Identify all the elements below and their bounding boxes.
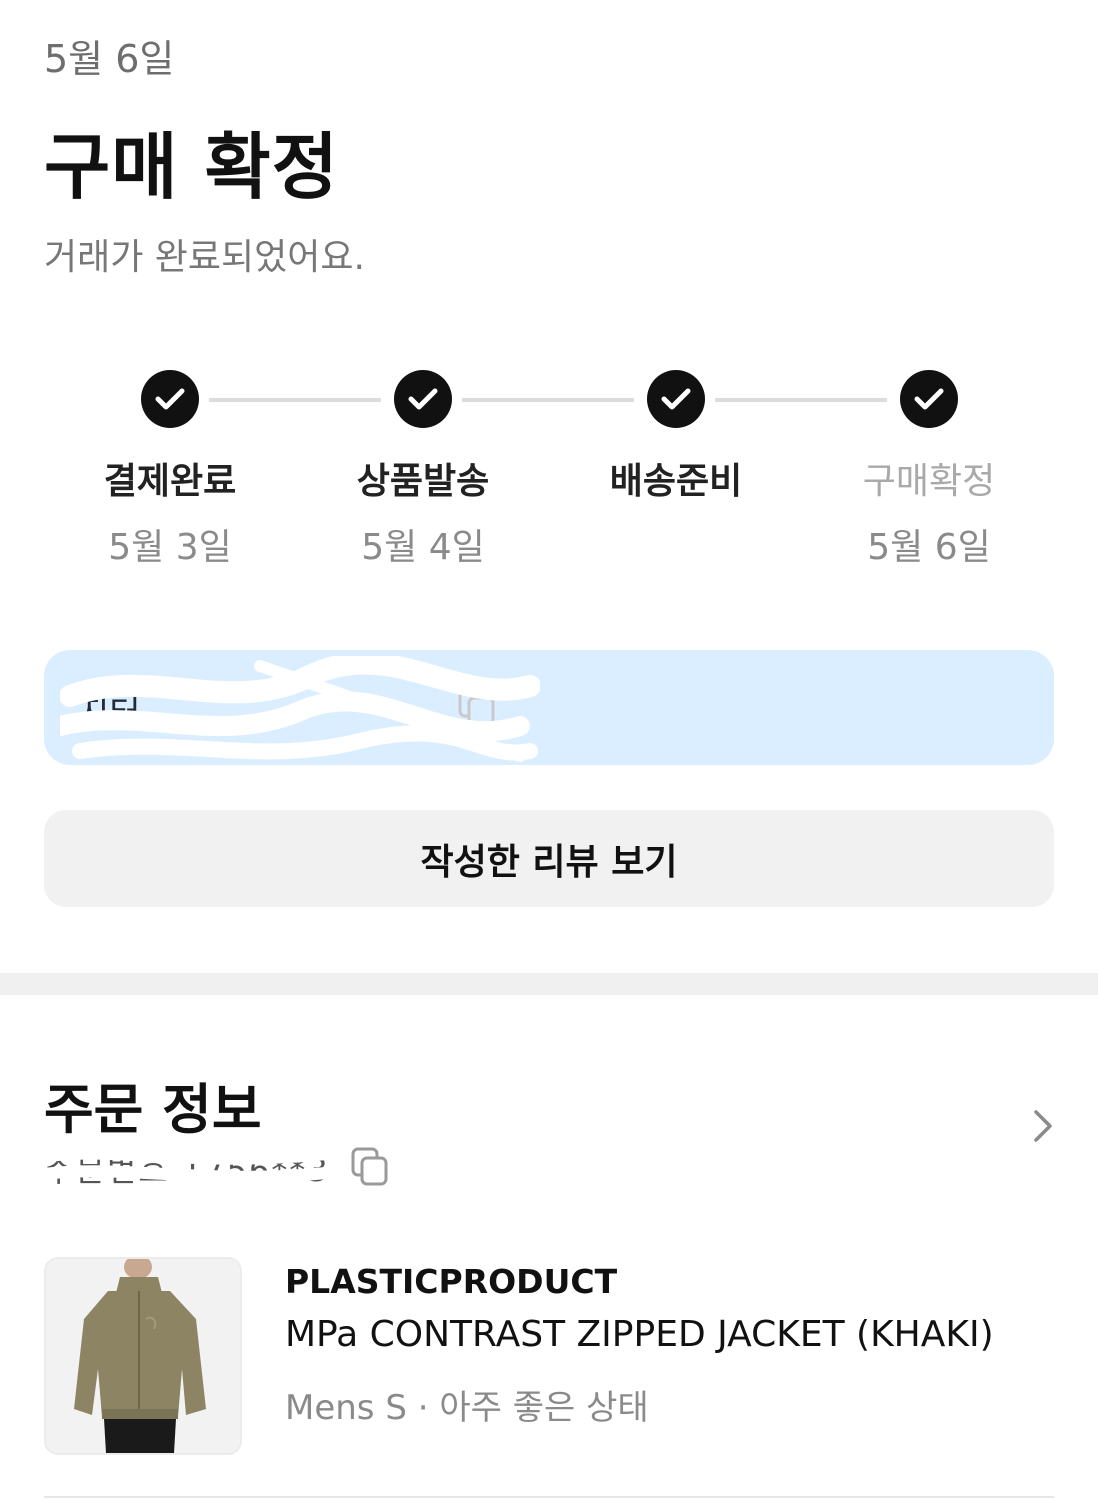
step-purchase-confirmed: 구매확정 5월 6일	[819, 370, 1039, 570]
product-name[interactable]: MPa CONTRAST ZIPPED JACKET (KHAKI)	[285, 1314, 994, 1355]
step-label: 구매확정	[862, 461, 996, 502]
jacket-image	[46, 1259, 240, 1453]
step-date: 5월 6일	[867, 527, 991, 568]
redaction-scribble	[60, 656, 540, 762]
view-my-review-button[interactable]: 작성한 리뷰 보기	[44, 810, 1054, 907]
step-label: 배송준비	[609, 461, 743, 502]
progress-tracker: 결제완료 5월 3일 상품발송 5월 4일 배송준비 구매확정 5월 6일	[44, 370, 1054, 570]
step-date: 5월 3일	[108, 527, 232, 568]
step-label: 상품발송	[356, 461, 490, 502]
order-date: 5월 6일	[44, 37, 175, 81]
copy-icon[interactable]	[350, 1146, 392, 1188]
check-icon	[647, 370, 705, 428]
product-brand: PLASTICPRODUCT	[285, 1262, 618, 1301]
check-icon	[900, 370, 958, 428]
page-subtitle: 거래가 완료되었어요.	[44, 237, 365, 278]
redaction-scribble	[40, 1145, 340, 1183]
step-payment-complete: 결제완료 5월 3일	[60, 370, 280, 570]
step-label: 결제완료	[103, 461, 237, 502]
check-icon	[394, 370, 452, 428]
section-divider	[0, 973, 1098, 995]
step-shipped: 상품발송 5월 4일	[313, 370, 533, 570]
product-meta: Mens S · 아주 좋은 상태	[285, 1388, 649, 1428]
step-preparing-delivery: 배송준비	[566, 370, 786, 518]
chevron-right-icon[interactable]	[1028, 1108, 1058, 1144]
step-date: 5월 4일	[361, 527, 485, 568]
list-divider	[44, 1496, 1054, 1498]
check-icon	[141, 370, 199, 428]
product-thumbnail[interactable]	[44, 1257, 242, 1455]
page-title: 구매 확정	[44, 125, 340, 209]
order-info-title: 주문 정보	[44, 1078, 262, 1141]
